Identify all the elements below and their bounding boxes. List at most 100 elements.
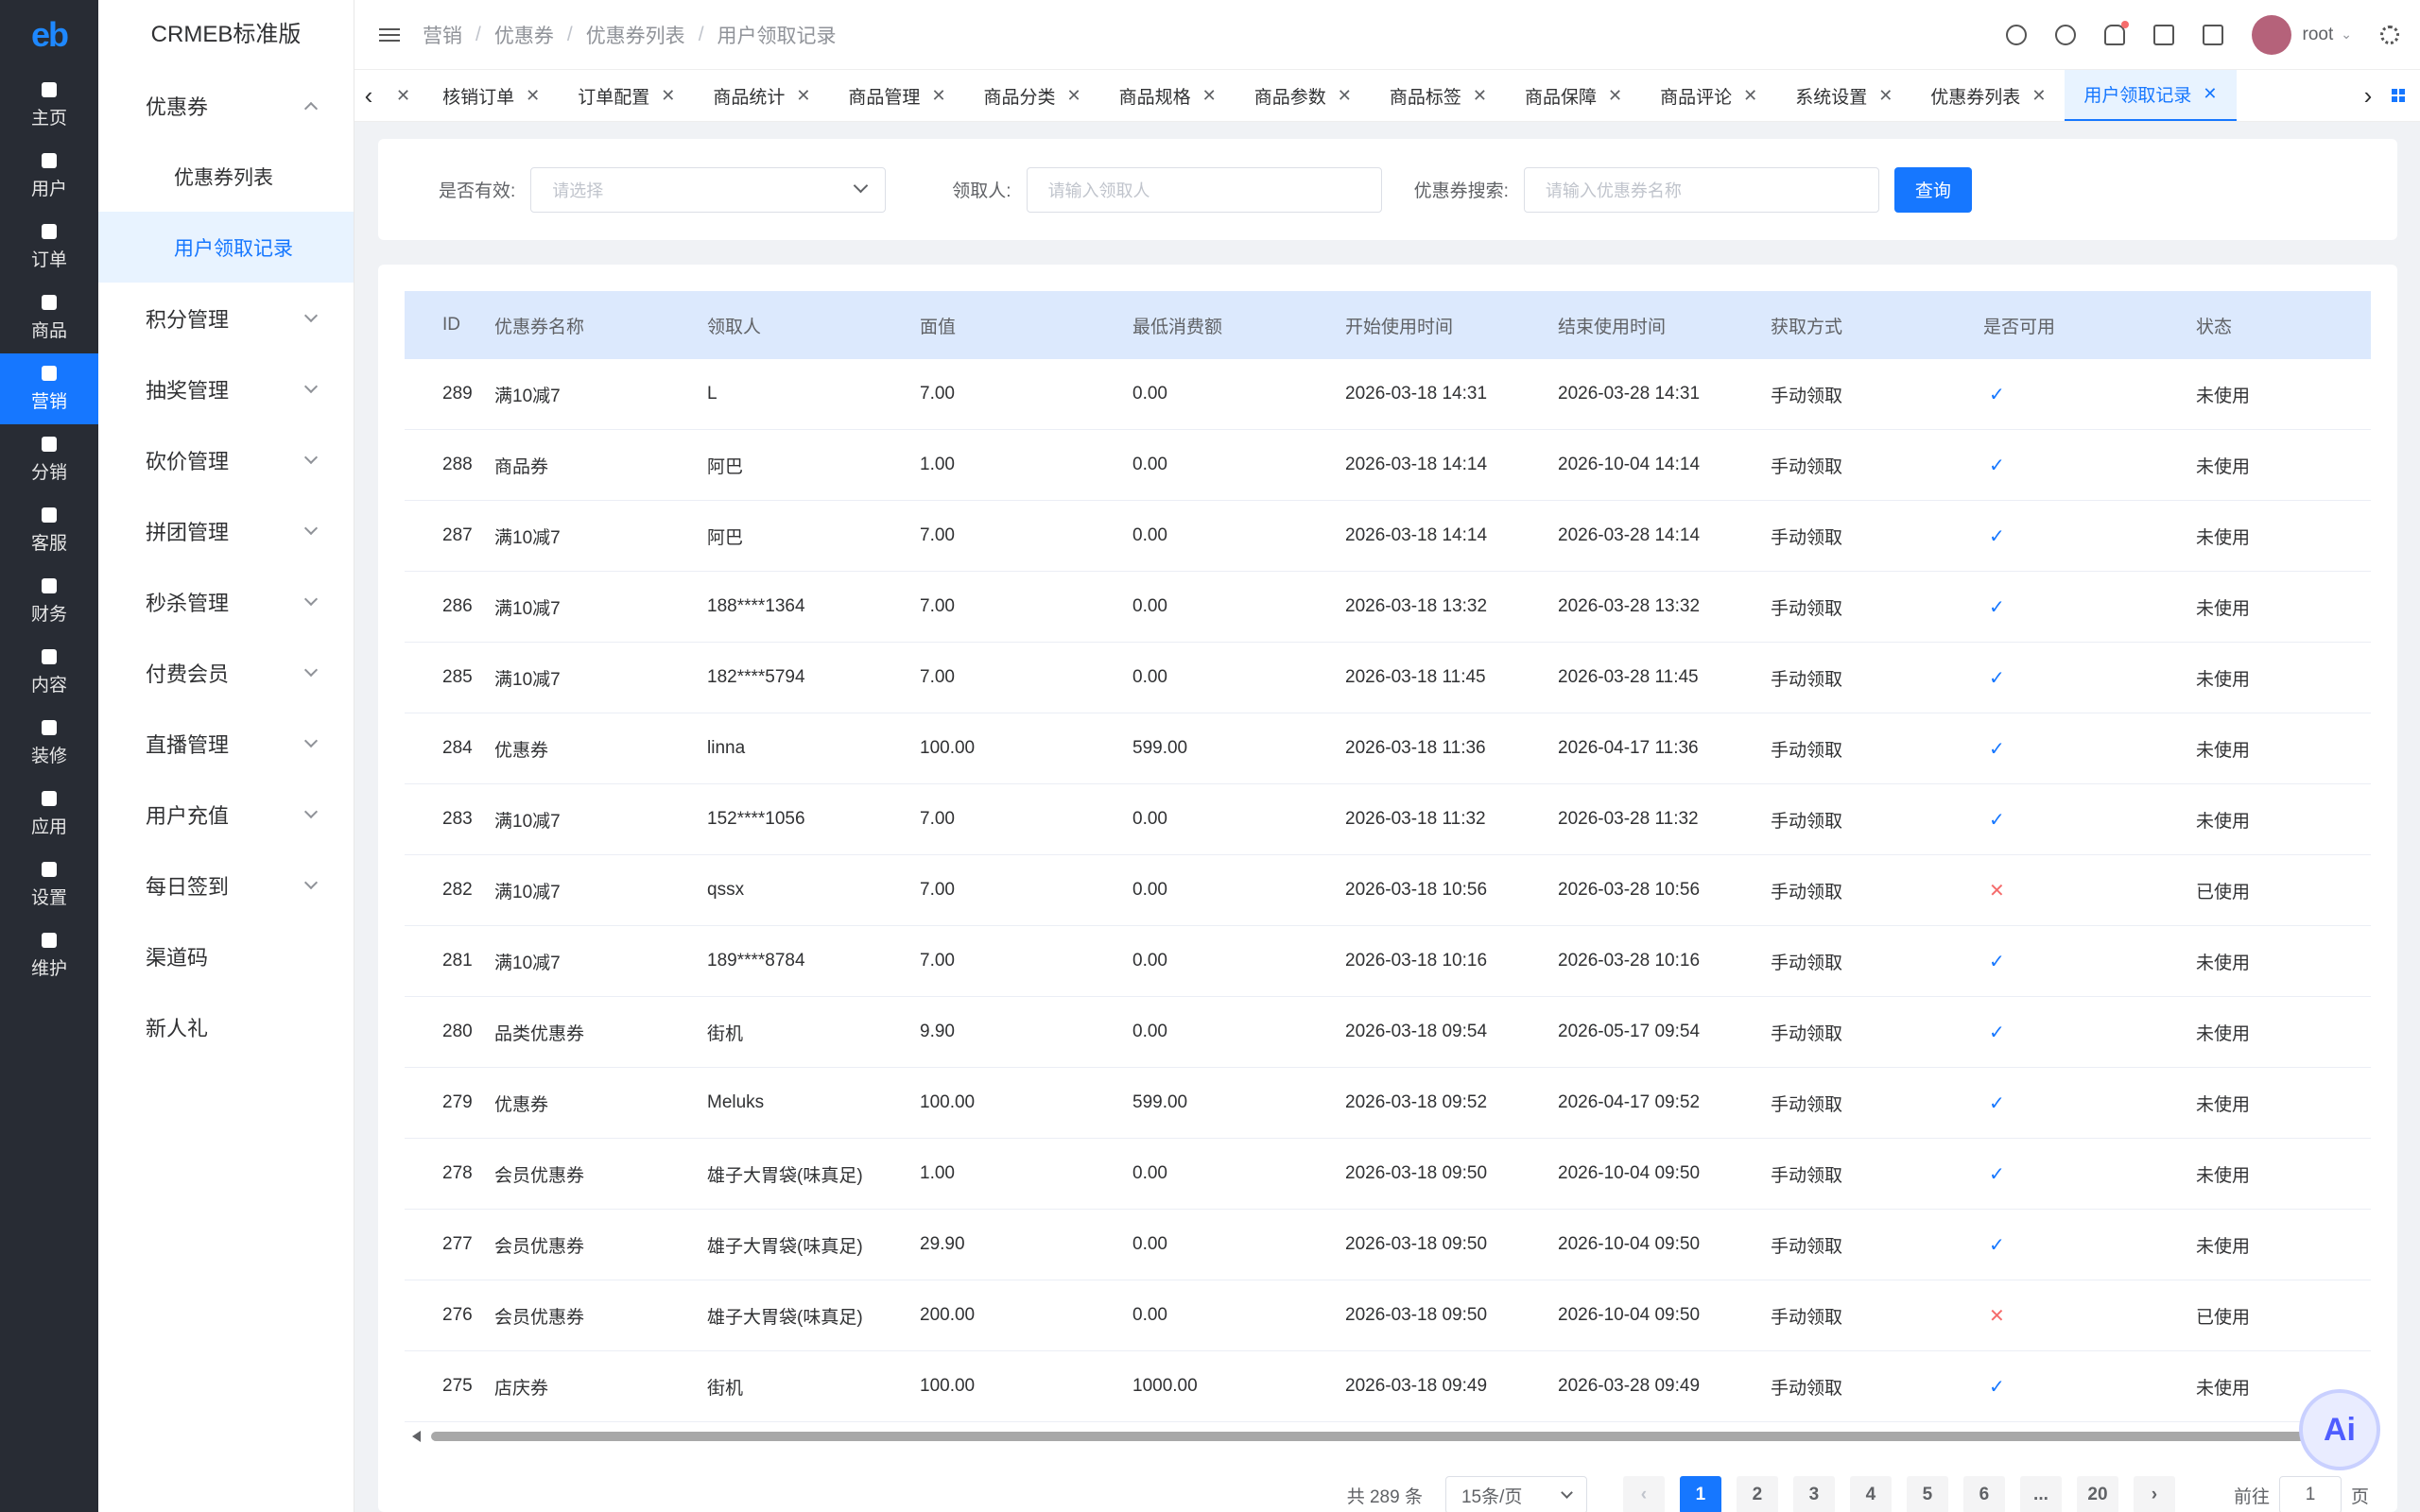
tab-item[interactable]: 商品标签 ✕ <box>1371 70 1506 121</box>
page-button[interactable]: 3 <box>1792 1476 1835 1512</box>
menu-toggle-icon[interactable] <box>379 25 400 45</box>
close-icon[interactable]: ✕ <box>931 86 945 106</box>
page-ellipsis[interactable]: ... <box>2019 1476 2062 1512</box>
breadcrumb-item[interactable]: 营销 <box>423 21 462 49</box>
close-icon[interactable]: ✕ <box>1338 86 1352 106</box>
scrollbar-thumb[interactable] <box>431 1432 2314 1441</box>
tab-item[interactable]: 商品规格 ✕ <box>1100 70 1236 121</box>
available-cell: ✓ <box>1983 524 2196 548</box>
column-header: 开始使用时间 <box>1345 317 1454 337</box>
menu-item[interactable]: 用户充值 <box>98 779 354 850</box>
page-button[interactable]: 2 <box>1736 1476 1778 1512</box>
rail-item-finance[interactable]: 财务 <box>0 566 98 637</box>
close-icon[interactable]: ✕ <box>526 86 540 106</box>
tab-item[interactable]: 商品评论 ✕ <box>1641 70 1776 121</box>
rail-item-marketing[interactable]: 营销 <box>0 353 98 424</box>
close-icon[interactable]: ✕ <box>1743 86 1757 106</box>
menu-item[interactable]: 每日签到 <box>98 850 354 920</box>
fullscreen-icon[interactable] <box>2152 24 2174 45</box>
chevron-down-icon <box>303 592 319 606</box>
menu-item[interactable]: 秒杀管理 <box>98 566 354 637</box>
rail-item-distribution[interactable]: 分销 <box>0 424 98 495</box>
table-cell: 599.00 <box>1132 738 1188 758</box>
menu-item[interactable]: 拼团管理 <box>98 495 354 566</box>
chevron-down-icon <box>303 308 319 322</box>
next-page-button[interactable]: › <box>2133 1476 2175 1512</box>
tab-item[interactable]: 商品保障 ✕ <box>1506 70 1641 121</box>
submenu-coupon-list[interactable]: 优惠券列表 <box>98 141 354 212</box>
close-icon[interactable]: ✕ <box>1878 86 1893 106</box>
rail-item-order[interactable]: 订单 <box>0 212 98 283</box>
tab-item[interactable]: 核销订单 ✕ <box>424 70 559 121</box>
page-button[interactable]: 5 <box>1906 1476 1948 1512</box>
scroll-left-icon[interactable] <box>412 1431 421 1442</box>
ai-assistant-button[interactable]: Ai <box>2299 1389 2380 1470</box>
rail-item-content[interactable]: 内容 <box>0 637 98 708</box>
menu-item[interactable]: 积分管理 <box>98 283 354 353</box>
page-button[interactable]: 4 <box>1849 1476 1892 1512</box>
receiver-input[interactable]: 请输入领取人 <box>1026 166 1382 213</box>
close-icon[interactable]: ✕ <box>796 86 810 106</box>
user-name[interactable]: root <box>2303 25 2334 45</box>
close-icon[interactable]: ✕ <box>2031 86 2046 106</box>
tab-close-first[interactable]: ✕ <box>383 70 424 121</box>
close-icon[interactable]: ✕ <box>1608 86 1622 106</box>
gear-icon[interactable] <box>2380 25 2399 44</box>
avatar[interactable] <box>2251 14 2291 55</box>
close-icon[interactable]: ✕ <box>1473 86 1487 106</box>
query-button[interactable]: 查询 <box>1893 166 1972 213</box>
rail-item-apps[interactable]: 应用 <box>0 779 98 850</box>
tab-item[interactable]: 系统设置 ✕ <box>1776 70 1911 121</box>
tab-item[interactable]: 优惠券列表 ✕ <box>1911 70 2065 121</box>
tab-item[interactable]: 商品统计 ✕ <box>694 70 829 121</box>
tab-item[interactable]: 商品管理 ✕ <box>829 70 964 121</box>
close-icon[interactable]: ✕ <box>1202 86 1217 106</box>
rail-item-decorate[interactable]: 装修 <box>0 708 98 779</box>
menu-item[interactable]: 砍价管理 <box>98 424 354 495</box>
rail-item-home[interactable]: 主页 <box>0 70 98 141</box>
breadcrumb-item[interactable]: 优惠券 <box>494 21 554 49</box>
page-button[interactable]: 1 <box>1679 1476 1721 1512</box>
tab-scroll-left-icon[interactable]: ‹ <box>354 81 383 111</box>
close-icon[interactable]: ✕ <box>661 86 675 106</box>
menu-item[interactable]: 抽奖管理 <box>98 353 354 424</box>
tab-item[interactable]: 商品参数 ✕ <box>1236 70 1371 121</box>
rail-item-user[interactable]: 用户 <box>0 141 98 212</box>
chevron-down-icon[interactable]: ⌄ <box>2341 26 2352 43</box>
page-button[interactable]: 20 <box>2076 1476 2118 1512</box>
page-button[interactable]: 6 <box>1962 1476 2005 1512</box>
valid-select[interactable]: 请选择 <box>530 166 887 213</box>
menu-item[interactable]: 直播管理 <box>98 708 354 779</box>
goto-page-input[interactable]: 1 <box>2278 1476 2342 1512</box>
menu-item[interactable]: 新人礼 <box>98 991 354 1062</box>
close-icon[interactable]: ✕ <box>1067 86 1081 106</box>
breadcrumb-item[interactable]: 优惠券列表 <box>586 21 685 49</box>
search-icon[interactable] <box>2054 24 2076 45</box>
table-cell: 2026-03-18 09:50 <box>1345 1234 1488 1254</box>
refresh-icon[interactable] <box>2005 24 2027 45</box>
rail-item-product[interactable]: 商品 <box>0 283 98 353</box>
close-icon[interactable]: ✕ <box>2203 84 2217 104</box>
menu-coupon[interactable]: 优惠券 <box>98 70 354 141</box>
app-logo[interactable]: eb <box>0 0 98 70</box>
menu-item[interactable]: 渠道码 <box>98 920 354 991</box>
tab-item[interactable]: 商品分类 ✕ <box>965 70 1100 121</box>
mobile-icon[interactable] <box>2202 24 2223 45</box>
page-size-select[interactable]: 15条/页 <box>1444 1476 1587 1512</box>
close-icon[interactable]: ✕ <box>396 86 410 106</box>
coupon-search-input[interactable]: 请输入优惠券名称 <box>1523 166 1879 213</box>
tab-item[interactable]: 订单配置 ✕ <box>559 70 694 121</box>
brand-title: CRMEB标准版 <box>150 22 302 47</box>
menu-item[interactable]: 付费会员 <box>98 637 354 708</box>
horizontal-scrollbar[interactable] <box>405 1429 2371 1444</box>
rail-item-settings[interactable]: 设置 <box>0 850 98 920</box>
submenu-user-records[interactable]: 用户领取记录 <box>98 212 354 283</box>
prev-page-button[interactable]: ‹ <box>1622 1476 1665 1512</box>
rail-item-maintain[interactable]: 维护 <box>0 920 98 991</box>
tabs-menu-icon[interactable] <box>2392 89 2405 102</box>
bell-icon[interactable] <box>2103 20 2129 45</box>
rail-item-service[interactable]: 客服 <box>0 495 98 566</box>
tab-item[interactable]: 用户领取记录 ✕ <box>2065 70 2237 121</box>
tab-scroll-right-icon[interactable]: › <box>2354 81 2382 111</box>
tab-label: 商品统计 <box>713 87 786 108</box>
